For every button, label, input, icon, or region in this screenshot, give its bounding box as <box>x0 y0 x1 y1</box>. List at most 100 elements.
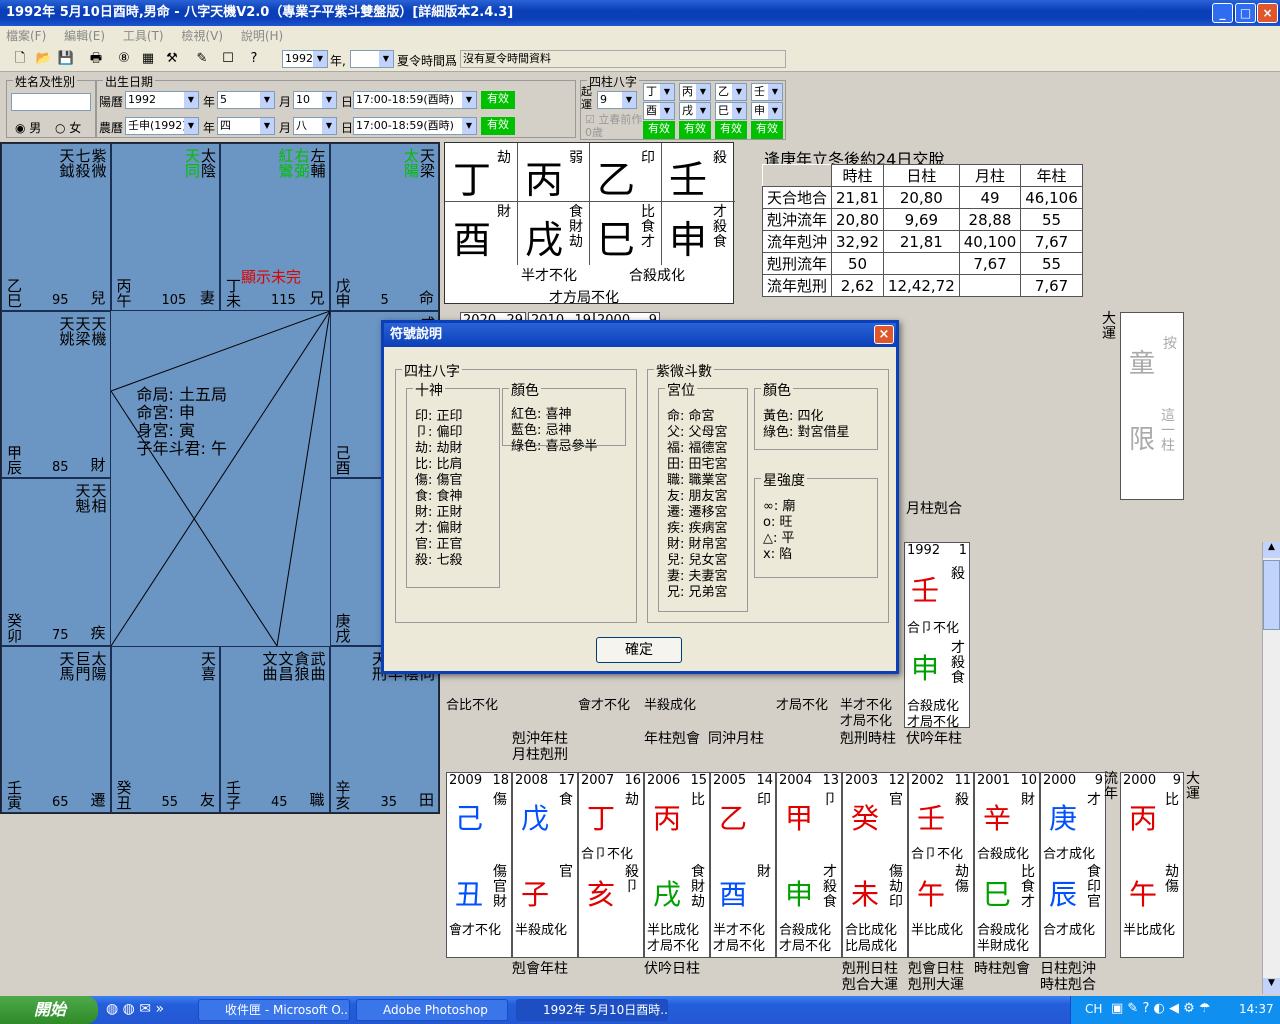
relation-1: 半才不化 <box>521 268 577 284</box>
branch-select-1[interactable]: 酉 ▼ <box>643 102 675 120</box>
liunian-age: 13 <box>822 773 839 788</box>
qiyun-select[interactable]: 9 ▼ <box>597 91 637 109</box>
ssList-item: 卩: 偏印 <box>415 425 463 440</box>
center-lines <box>110 310 330 646</box>
liunian-branch: 巳 <box>983 878 1012 911</box>
help-icon[interactable]: ? <box>244 49 264 69</box>
palList-item: 職: 職業宮 <box>667 473 728 488</box>
save-icon[interactable]: 💾 <box>56 49 76 69</box>
row-rel: 半殺成化 <box>644 698 697 713</box>
stem-select-1[interactable]: 丁 ▼ <box>643 83 675 101</box>
tool-icon[interactable]: ⚒ <box>162 49 182 69</box>
mid-stem: 壬 <box>911 574 940 607</box>
print-icon[interactable]: 🖶 <box>86 49 106 69</box>
palace-cell: 太陽 巨門 天馬 壬寅 65 遷 <box>1 645 111 813</box>
dialog-close-button[interactable]: × <box>874 325 894 344</box>
stem-select-4[interactable]: 壬 ▼ <box>751 83 783 101</box>
month-select[interactable]: ▼ <box>350 50 394 68</box>
menu-help[interactable]: 說明(H) <box>241 29 283 43</box>
solar-year-select[interactable]: 1992 ▼ <box>125 91 199 109</box>
liunian-branch-rel: 會才不化 <box>449 923 502 938</box>
foot-b: 月柱剋刑 <box>512 747 568 763</box>
spring-checkbox[interactable]: ☑ 立春前作0歲 <box>585 113 643 139</box>
bazi-icon[interactable]: ⑧ <box>114 49 134 69</box>
maximize-button[interactable]: □ <box>1235 3 1256 23</box>
ok-button[interactable]: 確定 <box>596 637 682 663</box>
solar-time-select[interactable]: 17:00-18:59(酉時) ▼ <box>353 91 477 109</box>
eraser-icon[interactable]: ✎ <box>192 49 212 69</box>
liunian-pillar[interactable]: 2008 17 戊食子官半殺成化 <box>512 772 578 958</box>
lunar-time-select[interactable]: 17:00-18:59(酉時) ▼ <box>353 117 477 135</box>
year-suffix: 年, <box>330 54 346 68</box>
mid-branch: 申 <box>911 652 940 685</box>
female-radio[interactable]: ○ 女 <box>55 119 81 136</box>
dayun-current-pillar[interactable]: 2000 9 丙比午劫傷 半比成化 <box>1120 772 1184 958</box>
dialog-title: 符號說明 × <box>384 323 896 347</box>
menu-tools[interactable]: 工具(T) <box>123 29 164 43</box>
palace-cell: 太陰 天同 丙午 105 妻 <box>110 143 220 311</box>
liunian-age: 11 <box>954 773 971 788</box>
close-button[interactable]: × <box>1257 3 1278 23</box>
liunian-pillar[interactable]: 2000 9 庚才合才成化辰食印官 合才成化 <box>1040 772 1106 958</box>
branch-select-4[interactable]: 申 ▼ <box>751 102 783 120</box>
strList-item: x: 陷 <box>763 547 793 562</box>
liunian-foot1: 剋會年柱 <box>512 961 568 977</box>
lunar-day-select[interactable]: 八 ▼ <box>293 117 337 135</box>
name-group: 姓名及性別 ◉ 男 ○ 女 <box>6 73 96 138</box>
liunian-pillar[interactable]: 2007 16 丁劫合卩不化亥殺卩 <box>578 772 644 958</box>
task-photoshop[interactable]: Adobe Photoshop <box>356 999 508 1021</box>
palace-cell: 武曲 貪狼 文昌 文曲 壬子 45 職 <box>220 645 330 813</box>
note-icon[interactable]: ☐ <box>218 49 238 69</box>
name-input[interactable] <box>11 93 91 111</box>
shishen-box: 十神 印: 正印 卩: 偏印 劫: 劫財 比: 比肩 傷: 傷官 食: 食神 財: 正財 才:… <box>406 380 500 588</box>
branch-select-3[interactable]: 巳 ▼ <box>715 102 747 120</box>
palace-ganzhi: 丙午 <box>114 277 133 308</box>
scroll-up-arrow[interactable]: ▲ <box>1263 542 1280 558</box>
lunar-month-select[interactable]: 四 ▼ <box>217 117 275 135</box>
palace-name: 田 <box>418 791 434 809</box>
language-indicator[interactable]: CH <box>1085 1002 1102 1016</box>
ssList-item: 官: 正官 <box>415 537 463 552</box>
solar-day-select[interactable]: 10 ▼ <box>293 91 337 109</box>
male-radio[interactable]: ◉ 男 <box>15 119 41 136</box>
year-select[interactable]: 1992 ▼ <box>282 50 328 68</box>
year-1992-pillar[interactable]: 1992 1 壬殺申才殺食 合卩不化 合殺成化 才局不化 <box>904 542 970 730</box>
liunian-branch-tag: 食財劫 <box>691 864 705 910</box>
stem-select-2[interactable]: 丙 ▼ <box>679 83 711 101</box>
star-name: 紅鸞 <box>276 148 295 178</box>
tray-icons[interactable]: ▣ ✎ ? ◐ ◀ ⚙ ☂ <box>1111 1001 1211 1016</box>
chart-center: 命局: 土五局 命宮: 申身宮: 寅子年斗君: 午 <box>110 310 330 646</box>
liunian-foot2: 剋刑大運 <box>908 977 964 993</box>
task-bazi[interactable]: 1992年 5月10日酉時... <box>516 999 668 1021</box>
bazi-main: 丁劫酉財丙弱戌食財劫乙印巳比食才壬殺申才殺食 半才不化 合殺成化 才方局不化 <box>444 142 735 306</box>
start-button[interactable]: 開始 <box>0 996 98 1024</box>
grid-icon[interactable]: ▦ <box>138 49 158 69</box>
palList-item: 財: 財帛宮 <box>667 537 728 552</box>
liunian-pillar[interactable]: 2009 18 己傷丑傷官財 會才不化 <box>446 772 512 958</box>
menu-view[interactable]: 檢視(V) <box>181 29 223 43</box>
liunian-pillar[interactable]: 2002 11 壬殺合卩不化午劫傷 半比成化 <box>908 772 974 958</box>
open-folder-icon[interactable]: 📂 <box>34 49 54 69</box>
th-month: 月柱 <box>958 164 1022 187</box>
liunian-pillar[interactable]: 2006 15 丙比戌食財劫 半比成化 才局不化 <box>644 772 710 958</box>
palace-name: 命 <box>418 288 434 307</box>
lunar-year-select[interactable]: 壬申(1992) ▼ <box>125 117 199 135</box>
liunian-pillar[interactable]: 2003 12 癸官未傷劫印 合比成化 比局成化 <box>842 772 908 958</box>
liunian-stem-rel: 合才成化 <box>1043 847 1096 862</box>
divider <box>589 143 590 265</box>
solar-month-select[interactable]: 5 ▼ <box>217 91 275 109</box>
scroll-down-arrow[interactable]: ▼ <box>1263 978 1280 994</box>
stem-select-3[interactable]: 乙 ▼ <box>715 83 747 101</box>
liunian-pillar[interactable]: 2004 13 甲卩申才殺食 合殺成化 才局不化 <box>776 772 842 958</box>
new-file-icon[interactable]: 🗋 <box>10 49 30 69</box>
menu-edit[interactable]: 編輯(E) <box>64 29 105 43</box>
scroll-thumb[interactable] <box>1263 560 1280 630</box>
task-outlook[interactable]: 收件匣 - Microsoft O... <box>198 999 350 1021</box>
minimize-button[interactable]: _ <box>1212 3 1233 23</box>
quicklaunch-icons[interactable]: ◍ ◍ ✉ » <box>106 1001 164 1017</box>
liunian-pillar[interactable]: 2005 14 乙印酉財半才不化 才局不化 <box>710 772 776 958</box>
menu-file[interactable]: 檔案(F) <box>6 29 46 43</box>
vertical-scrollbar[interactable]: ▲ ▼ <box>1262 542 1280 994</box>
branch-select-2[interactable]: 戌 ▼ <box>679 102 711 120</box>
liunian-pillar[interactable]: 2001 10 辛財合殺成化巳比食才 合殺成化 半財成化 <box>974 772 1040 958</box>
